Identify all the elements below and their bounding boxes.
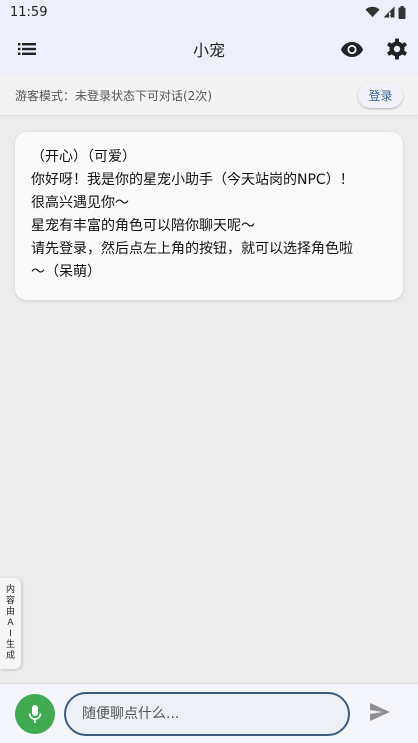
signal-icon (383, 6, 395, 18)
status-icons (365, 5, 406, 19)
ai-tag-char: 容 (5, 596, 15, 606)
guest-mode-text: 游客模式：未登录状态下可对话(2次) (15, 89, 212, 103)
status-time: 11:59 (10, 4, 48, 20)
list-icon (18, 43, 36, 55)
settings-button[interactable] (385, 37, 409, 61)
message-line: 星宠有丰富的角色可以陪你聊天呢～ (31, 218, 255, 234)
ai-tag-char: 成 (5, 651, 15, 661)
ai-tag-char: 生 (5, 640, 15, 650)
mic-icon (28, 705, 42, 723)
gear-icon (387, 38, 407, 60)
voice-input-button[interactable] (15, 694, 55, 734)
login-button[interactable]: 登录 (358, 83, 403, 108)
message-line: 你好呀！我是你的星宠小助手（今天站岗的NPC）！ (31, 172, 354, 188)
status-bar: 11:59 (0, 0, 418, 24)
message-input[interactable] (64, 692, 350, 736)
chat-area[interactable]: （开心）（可爱） 你好呀！我是你的星宠小助手（今天站岗的NPC）！ 很高兴遇见你… (0, 117, 418, 683)
send-icon (370, 703, 390, 721)
battery-icon (398, 5, 406, 19)
input-bar (0, 683, 418, 743)
guest-mode-banner: 游客模式：未登录状态下可对话(2次) (0, 74, 418, 116)
ai-tag-char: 由 (5, 607, 15, 617)
eye-icon (341, 42, 363, 57)
message-line: 很高兴遇见你～ (31, 195, 129, 211)
ai-tag-char: A (7, 618, 14, 628)
visibility-button[interactable] (340, 37, 364, 61)
assistant-message-bubble: （开心）（可爱） 你好呀！我是你的星宠小助手（今天站岗的NPC）！ 很高兴遇见你… (15, 132, 403, 300)
ai-generated-tag: 内 容 由 A I 生 成 (0, 578, 21, 669)
message-line: ～（呆萌） (31, 264, 101, 280)
menu-button[interactable] (16, 38, 38, 60)
app-bar: 小宠 (0, 24, 418, 74)
wifi-icon (365, 6, 380, 18)
message-line: 请先登录，然后点左上角的按钮，就可以选择角色啦 (31, 241, 353, 257)
ai-tag-char: I (9, 629, 12, 639)
ai-tag-char: 内 (5, 585, 15, 595)
send-button[interactable] (369, 702, 393, 726)
message-line: （开心）（可爱） (31, 149, 136, 165)
